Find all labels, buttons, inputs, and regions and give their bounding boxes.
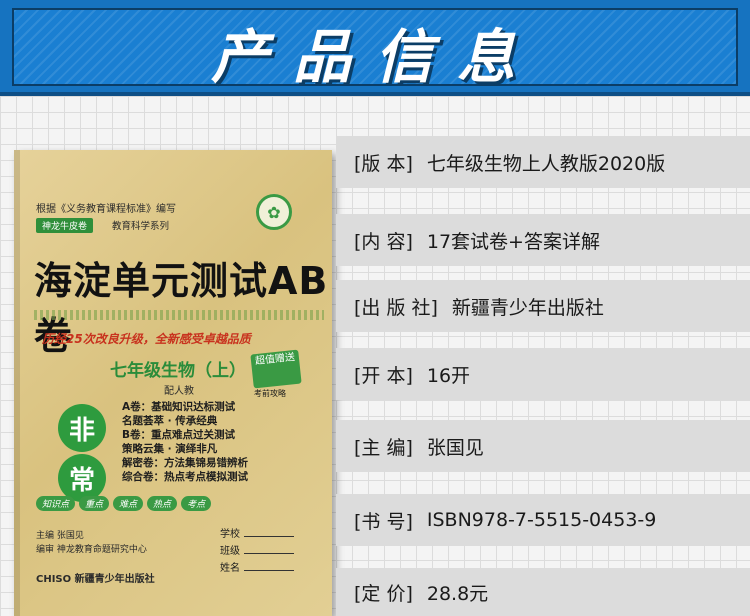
info-value: ISBN978-7-5515-0453-9 [426,509,657,531]
cover-slogan: 历经25次改良升级，全新感受卓越品质 [42,332,251,346]
info-row-isbn: [书 号] ISBN978-7-5515-0453-9 [336,494,750,546]
info-row-publisher: [出 版 社] 新疆青少年出版社 [336,280,750,332]
cover-field-name: 姓名 [220,560,294,577]
info-label: [内 容] [354,230,413,253]
cover-circle-badge: 非 [58,404,106,452]
info-row-edition: [版 本] 七年级生物上人教版2020版 [336,136,750,188]
info-label: [开 本] [354,364,413,387]
info-value: 张国见 [426,436,484,459]
info-value: 17套试卷+答案详解 [426,230,600,253]
info-label: [出 版 社] [354,296,438,319]
cover-contents-item: 名题荟萃 · 传承经典 [122,415,218,427]
publisher-logo-icon: ✿ [256,194,292,230]
book-cover-image: 根据《义务教育课程标准》编写 神龙牛皮卷 教育科学系列 ✿ 海淀单元测试AB卷 … [14,150,332,616]
cover-circle-badge: 常 [58,454,106,502]
info-row-content: [内 容] 17套试卷+答案详解 [336,214,750,266]
cover-publisher: CHISO 新疆青少年出版社 [36,574,155,585]
cover-decor-band [34,310,324,320]
cover-field-class: 班级 [220,543,294,560]
info-value: 28.8元 [426,582,489,605]
info-row-format: [开 本] 16开 [336,348,750,400]
info-label: [定 价] [354,582,413,605]
cover-tag: 热点 [147,496,178,511]
cover-contents-item: B卷：重点难点过关测试 [122,429,236,441]
info-label: [主 编] [354,436,413,459]
cover-tags: 知识点 重点 难点 热点 考点 [36,496,212,511]
info-value: 16开 [426,364,471,387]
cover-tag: 难点 [113,496,144,511]
cover-tag: 知识点 [36,496,76,511]
book-spine [14,150,20,616]
cover-series-tag: 神龙牛皮卷 [36,218,94,233]
cover-editor: 主编 张国见 [36,531,84,541]
cover-contents-list: A卷：基础知识达标测试 名题荟萃 · 传承经典 B卷：重点难点过关测试 策略云集… [122,400,248,484]
info-label: [书 号] [354,510,413,533]
cover-grade: 七年级生物（上） [110,361,246,381]
cover-gift-sub: 考前攻略 [254,389,286,398]
header-banner: 产品信息 [0,0,750,96]
cover-contents-item: A卷：基础知识达标测试 [122,401,236,413]
page-title: 产品信息 [210,23,539,91]
info-value: 七年级生物上人教版2020版 [426,152,666,175]
info-value: 新疆青少年出版社 [451,296,604,319]
info-label: [版 本] [354,152,413,175]
cover-series: 教育科学系列 [112,221,170,232]
cover-contents-item: 解密卷：方法集锦易错辨析 [122,457,248,469]
cover-basis: 根据《义务教育课程标准》编写 [36,204,176,215]
cover-tag: 考点 [181,496,212,511]
cover-compiler: 编审 神龙教育命题研究中心 [36,545,147,555]
cover-name-fields: 学校 班级 姓名 [220,526,294,577]
info-row-price: [定 价] 28.8元 [336,568,750,616]
cover-tag: 重点 [79,496,110,511]
cover-field-school: 学校 [220,526,294,543]
cover-contents-item: 综合卷：热点考点模拟测试 [122,471,248,483]
info-row-editor: [主 编] 张国见 [336,420,750,472]
cover-gift-badge: 超值赠送 [250,349,302,389]
cover-contents-item: 策略云集 · 演绎非凡 [122,443,218,455]
cover-edition: 配人教 [164,386,194,397]
